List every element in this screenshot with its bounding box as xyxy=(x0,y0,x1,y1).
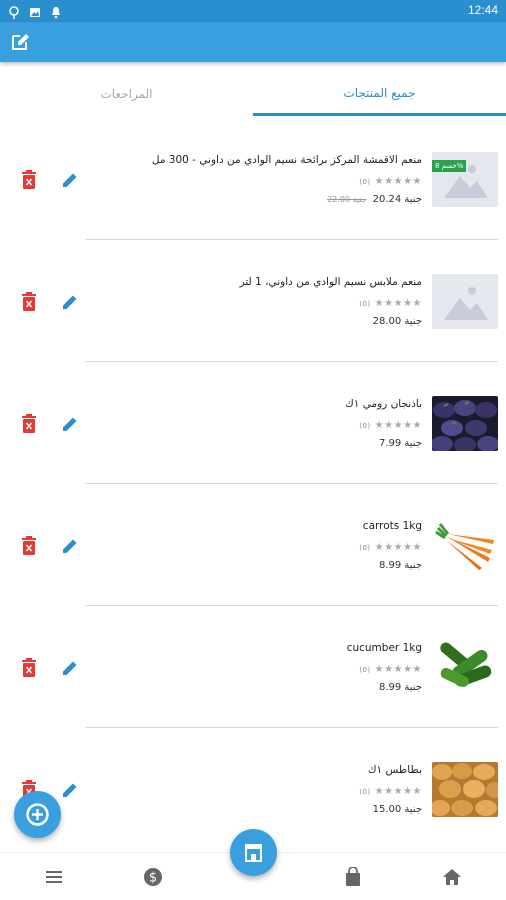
product-image: خصم 8% xyxy=(432,152,498,207)
edit-note-button[interactable] xyxy=(9,31,31,53)
product-image xyxy=(432,518,498,573)
status-bar: 12:44 xyxy=(0,0,506,22)
price: 20.24 جنية xyxy=(372,194,422,205)
trash-icon xyxy=(22,170,36,189)
rating: (0) ★★★★★ xyxy=(359,542,422,553)
product-row[interactable]: خصم 8% منعم الاقمشة المركز برائحة نسيم ا… xyxy=(0,118,506,240)
pencil-icon xyxy=(63,661,77,675)
add-product-button[interactable] xyxy=(14,791,61,838)
product-name: cucumber 1kg xyxy=(346,642,422,654)
pencil-icon xyxy=(63,173,77,187)
shopping-bag-icon[interactable] xyxy=(343,866,363,887)
placeholder-image-icon xyxy=(432,274,498,329)
discount-badge: خصم 8% xyxy=(432,160,467,172)
image-icon xyxy=(29,4,41,17)
product-image xyxy=(432,396,498,451)
trash-icon xyxy=(22,292,36,311)
rating-count: (0) xyxy=(359,299,371,308)
product-row[interactable]: cucumber 1kg (0) ★★★★★ 8.99 جنية xyxy=(0,606,506,728)
price-row: 7.99 جنية xyxy=(379,438,422,449)
price-row: 28.00 جنية xyxy=(373,316,422,327)
rating-count: (0) xyxy=(359,421,371,430)
location-icon xyxy=(8,4,20,19)
product-image xyxy=(432,640,498,695)
delete-product-button[interactable] xyxy=(20,658,38,678)
tab-bar: المراجعات جميع المنتجات xyxy=(0,72,506,116)
price-row: 8.99 جنية xyxy=(379,682,422,693)
product-image xyxy=(432,762,498,817)
product-name: باذنجان رومي ١ك xyxy=(345,398,422,410)
product-row[interactable]: منعم ملابس نسيم الوادي من داوني، 1 لتر (… xyxy=(0,240,506,362)
edit-product-button[interactable] xyxy=(60,536,80,556)
carrots-photo-icon xyxy=(432,518,498,573)
add-circle-icon xyxy=(26,803,49,826)
product-name: منعم الاقمشة المركز برائحة نسيم الوادي م… xyxy=(151,154,422,166)
price: 7.99 جنية xyxy=(378,438,422,449)
price: 15.00 جنية xyxy=(372,804,422,815)
old-price: 22.00 جنية xyxy=(327,195,367,204)
rating: (0) ★★★★★ xyxy=(359,176,422,187)
clock: 12:44 xyxy=(467,3,498,17)
trash-icon xyxy=(22,414,36,433)
trash-icon xyxy=(22,536,36,555)
rating-stars: ★★★★★ xyxy=(374,176,422,187)
product-name: بطاطس ١ك xyxy=(367,764,422,776)
product-name: carrots 1kg xyxy=(362,520,422,532)
edit-product-button[interactable] xyxy=(60,170,80,190)
price-row: 22.00 جنية 20.24 جنية xyxy=(327,194,422,205)
rating-stars: ★★★★★ xyxy=(374,298,422,309)
price-row: 15.00 جنية xyxy=(373,804,422,815)
pencil-icon xyxy=(63,295,77,309)
pencil-icon xyxy=(63,539,77,553)
product-image xyxy=(432,274,498,329)
rating-count: (0) xyxy=(359,665,371,674)
delete-product-button[interactable] xyxy=(20,170,38,190)
edit-product-button[interactable] xyxy=(60,780,80,800)
tab-reviews[interactable]: المراجعات xyxy=(0,72,253,116)
menu-icon[interactable] xyxy=(44,867,64,887)
notification-bell-icon xyxy=(50,4,62,19)
rating-count: (0) xyxy=(359,543,371,552)
edit-product-button[interactable] xyxy=(60,414,80,434)
app-bar xyxy=(0,22,506,62)
pencil-icon xyxy=(63,783,77,797)
svg-text:$: $ xyxy=(149,871,157,886)
price-row: 8.99 جنية xyxy=(379,560,422,571)
edit-product-button[interactable] xyxy=(60,658,80,678)
dollar-icon[interactable]: $ xyxy=(143,867,163,887)
rating-count: (0) xyxy=(359,787,371,796)
edit-product-button[interactable] xyxy=(60,292,80,312)
rating: (0) ★★★★★ xyxy=(359,664,422,675)
cucumber-photo-icon xyxy=(432,640,498,695)
delete-product-button[interactable] xyxy=(20,414,38,434)
product-name: منعم ملابس نسيم الوادي من داوني، 1 لتر xyxy=(239,276,422,288)
rating-stars: ★★★★★ xyxy=(374,420,422,431)
delete-product-button[interactable] xyxy=(20,292,38,312)
potatoes-photo-icon xyxy=(432,762,498,817)
rating-stars: ★★★★★ xyxy=(374,542,422,553)
rating: (0) ★★★★★ xyxy=(359,298,422,309)
rating-stars: ★★★★★ xyxy=(374,664,422,675)
tab-all-products[interactable]: جميع المنتجات xyxy=(253,72,506,116)
store-icon xyxy=(245,844,262,862)
price: 28.00 جنية xyxy=(372,316,422,327)
product-row[interactable]: carrots 1kg (0) ★★★★★ 8.99 جنية xyxy=(0,484,506,606)
delete-product-button[interactable] xyxy=(20,536,38,556)
rating-count: (0) xyxy=(359,177,371,186)
edit-note-icon xyxy=(12,34,29,50)
eggplant-photo-icon xyxy=(432,396,498,451)
rating: (0) ★★★★★ xyxy=(359,786,422,797)
price: 8.99 جنية xyxy=(378,682,422,693)
rating: (0) ★★★★★ xyxy=(359,420,422,431)
rating-stars: ★★★★★ xyxy=(374,786,422,797)
pencil-icon xyxy=(63,417,77,431)
trash-icon xyxy=(22,658,36,677)
price: 8.99 جنية xyxy=(378,560,422,571)
home-icon[interactable] xyxy=(442,867,462,887)
product-row[interactable]: باذنجان رومي ١ك (0) ★★★★★ 7.99 جنية xyxy=(0,362,506,484)
store-button[interactable] xyxy=(230,829,277,876)
